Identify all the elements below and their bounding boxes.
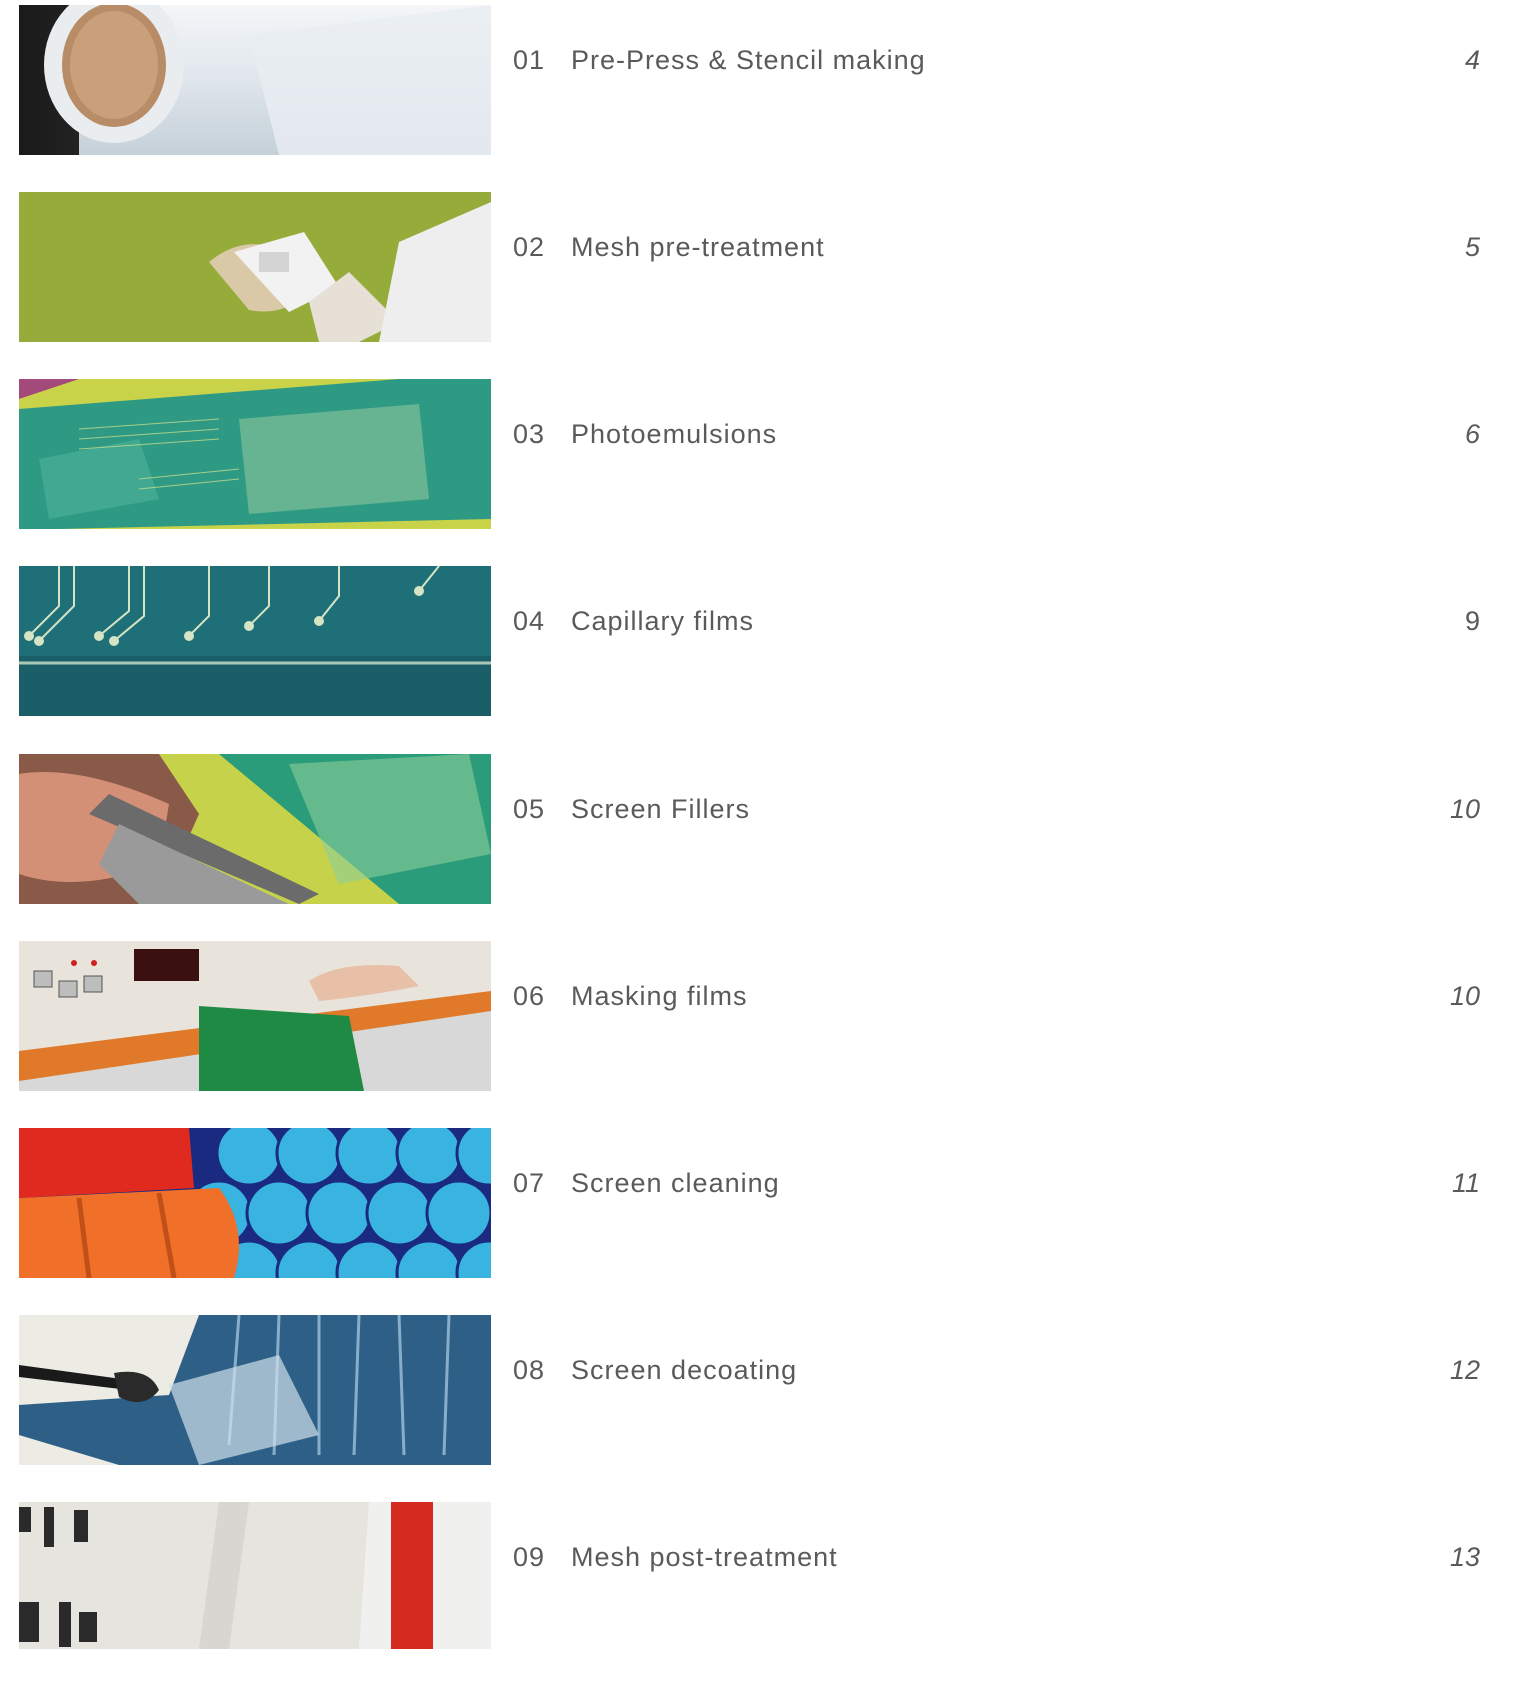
entry-title: Screen Fillers (571, 794, 751, 824)
entry-number: 07 (513, 1168, 546, 1198)
entry-number: 01 (513, 45, 546, 75)
entry-page-number: 5 (1464, 232, 1480, 262)
entry-page-number: 4 (1464, 45, 1480, 75)
post-treatment-screen-photo (19, 1502, 491, 1649)
entry-page-number: 11 (1451, 1168, 1480, 1198)
toc-entry-capillary-films[interactable]: 04 Capillary films 9 (0, 566, 1513, 753)
entry-page-number: 9 (1464, 606, 1480, 636)
toc-entry-mesh-pretreatment[interactable]: 02 Mesh pre-treatment 5 (0, 192, 1513, 379)
ulano-circuit-screen-photo (19, 566, 491, 716)
entry-title: Capillary films (571, 606, 755, 636)
entry-number: 08 (513, 1355, 546, 1385)
entry-page-number: 6 (1464, 419, 1480, 449)
toc-entry-masking-films[interactable]: 06 Masking films 10 (0, 941, 1513, 1128)
entry-number: 04 (513, 606, 546, 636)
toc-entry-screen-fillers[interactable]: 05 Screen Fillers 10 (0, 754, 1513, 941)
entry-page-number: 13 (1449, 1542, 1480, 1572)
toc-entry-mesh-post-treatment[interactable]: 09 Mesh post-treatment 13 (0, 1502, 1513, 1689)
entry-number: 02 (513, 232, 546, 262)
entry-page-number: 12 (1449, 1355, 1480, 1385)
exposure-unit-photo (19, 941, 491, 1091)
entry-title: Pre-Press & Stencil making (571, 45, 926, 75)
entry-number: 06 (513, 981, 546, 1011)
brush-on-green-mesh-photo (19, 192, 491, 342)
entry-number: 05 (513, 794, 546, 824)
entry-number: 09 (513, 1542, 546, 1572)
toc-entry-screen-decoating[interactable]: 08 Screen decoating 12 (0, 1315, 1513, 1502)
entry-number: 03 (513, 419, 546, 449)
pressure-washer-photo (19, 1315, 491, 1465)
chemical-drums-photo (19, 1128, 491, 1278)
toc-entry-screen-cleaning[interactable]: 07 Screen cleaning 11 (0, 1128, 1513, 1315)
entry-title: Mesh post-treatment (571, 1542, 838, 1572)
table-of-contents: 01 Pre-Press & Stencil making 4 02 Mesh … (0, 0, 1513, 1649)
entry-title: Masking films (571, 981, 748, 1011)
entry-page-number: 10 (1449, 981, 1480, 1011)
entry-title: Mesh pre-treatment (571, 232, 825, 262)
toc-entry-photoemulsions[interactable]: 03 Photoemulsions 6 (0, 379, 1513, 566)
entry-page-number: 10 (1449, 794, 1480, 824)
emulsion-stencil-photo (19, 379, 491, 529)
coater-on-screen-photo (19, 754, 491, 904)
toc-entry-pre-press[interactable]: 01 Pre-Press & Stencil making 4 (0, 5, 1513, 192)
entry-title: Screen cleaning (571, 1168, 780, 1198)
film-roll-photo (19, 5, 491, 155)
entry-title: Screen decoating (571, 1355, 798, 1385)
entry-title: Photoemulsions (571, 419, 778, 449)
